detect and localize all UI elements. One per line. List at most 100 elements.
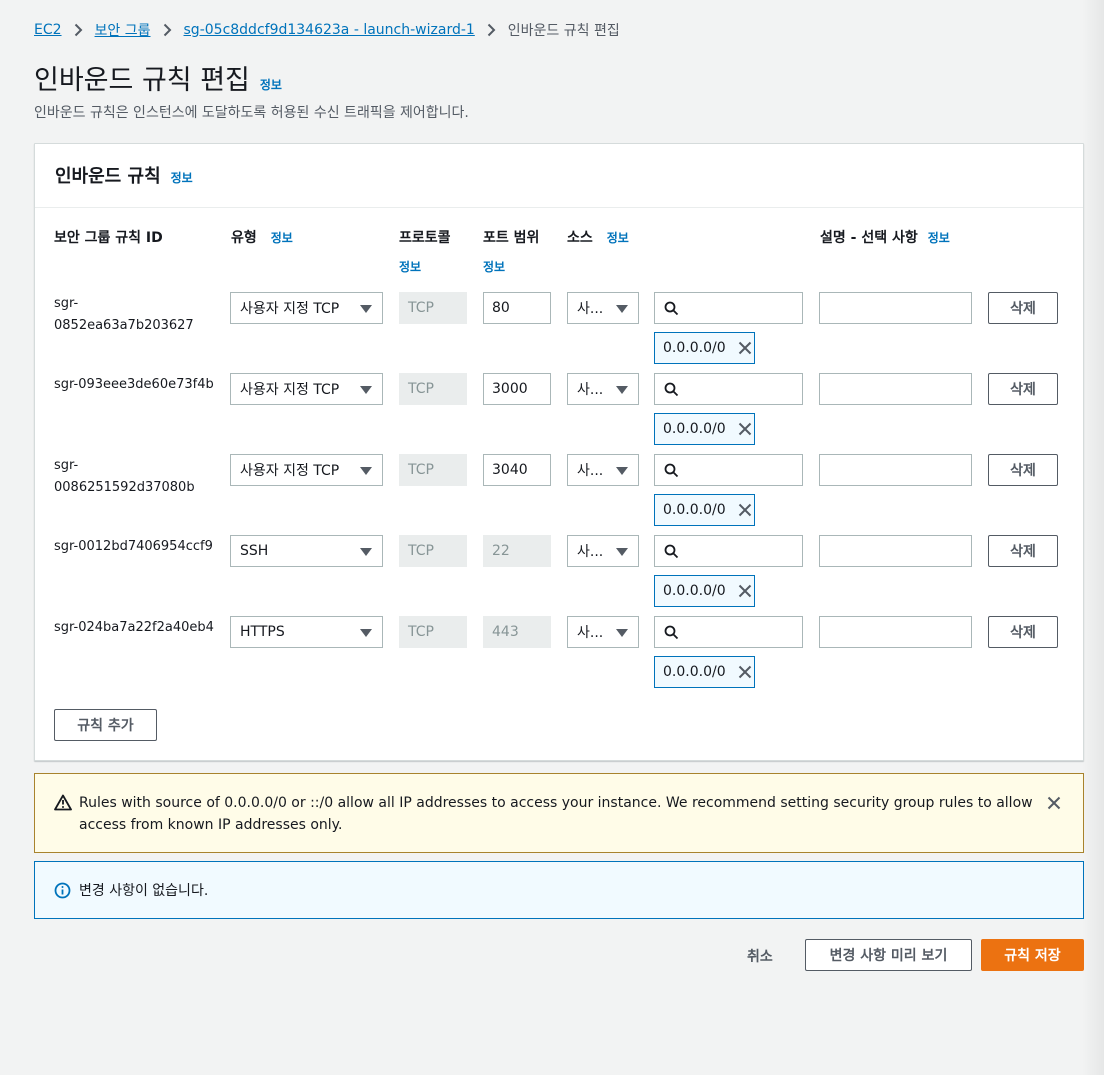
column-protocol: 프로토콜	[399, 230, 451, 246]
source-search-input[interactable]	[654, 292, 803, 324]
caret-down-icon	[360, 467, 372, 475]
rule-id: sgr-0852ea63a7b203627	[54, 296, 194, 333]
description-input[interactable]	[819, 535, 972, 567]
panel-header: 인바운드 규칙 정보	[35, 144, 1083, 208]
delete-button[interactable]: 삭제	[988, 535, 1058, 567]
cidr-token-label: 0.0.0.0/0	[663, 502, 726, 518]
port-range-input[interactable]: 80	[483, 292, 551, 324]
caret-down-icon	[360, 629, 372, 637]
breadcrumb-ec2[interactable]: EC2	[34, 22, 62, 38]
port-range-input[interactable]: 3040	[483, 454, 551, 486]
caret-down-icon	[360, 386, 372, 394]
add-rule-button[interactable]: 규칙 추가	[54, 709, 157, 741]
page-info-link[interactable]: 정보	[260, 76, 282, 93]
type-select[interactable]: 사용자 지정 TCP	[230, 373, 383, 405]
protocol-field: TCP	[399, 535, 467, 567]
source-select[interactable]: 사...	[567, 292, 639, 324]
type-select[interactable]: 사용자 지정 TCP	[230, 454, 383, 486]
info-text: 변경 사항이 없습니다.	[79, 883, 209, 899]
warning-icon	[54, 794, 72, 815]
cidr-token: 0.0.0.0/0	[654, 413, 755, 445]
type-select-value: HTTPS	[240, 624, 285, 640]
cidr-token: 0.0.0.0/0	[654, 575, 755, 607]
caret-down-icon	[616, 305, 628, 313]
page-title: 인바운드 규칙 편집 정보	[34, 58, 282, 97]
source-select[interactable]: 사...	[567, 535, 639, 567]
cidr-token-label: 0.0.0.0/0	[663, 583, 726, 599]
delete-button[interactable]: 삭제	[988, 373, 1058, 405]
source-search-input[interactable]	[654, 454, 803, 486]
description-input[interactable]	[819, 616, 972, 648]
search-icon	[664, 463, 679, 482]
delete-button[interactable]: 삭제	[988, 616, 1058, 648]
description-input[interactable]	[819, 373, 972, 405]
close-icon[interactable]	[1047, 795, 1061, 814]
source-select[interactable]: 사...	[567, 616, 639, 648]
protocol-field: TCP	[399, 454, 467, 486]
preview-changes-button[interactable]: 변경 사항 미리 보기	[805, 939, 972, 971]
delete-button[interactable]: 삭제	[988, 292, 1058, 324]
protocol-info-link[interactable]: 정보	[399, 258, 421, 275]
source-search-input[interactable]	[654, 616, 803, 648]
remove-token-icon[interactable]	[738, 665, 752, 679]
search-icon	[664, 382, 679, 401]
description-input[interactable]	[819, 292, 972, 324]
source-select[interactable]: 사...	[567, 454, 639, 486]
chevron-right-icon	[74, 23, 83, 37]
type-select[interactable]: HTTPS	[230, 616, 383, 648]
source-select-value: 사...	[577, 544, 604, 560]
save-rules-button[interactable]: 규칙 저장	[981, 939, 1084, 971]
remove-token-icon[interactable]	[738, 422, 752, 436]
rule-id: sgr-093eee3de60e73f4b	[54, 377, 214, 392]
page-title-text: 인바운드 규칙 편집	[34, 65, 250, 96]
type-select[interactable]: 사용자 지정 TCP	[230, 292, 383, 324]
breadcrumb: EC2 보안 그룹 sg-05c8ddcf9d134623a - launch-…	[34, 20, 620, 40]
column-type: 유형 정보	[231, 227, 293, 247]
remove-token-icon[interactable]	[738, 503, 752, 517]
caret-down-icon	[616, 629, 628, 637]
source-select[interactable]: 사...	[567, 373, 639, 405]
cancel-button[interactable]: 취소	[747, 946, 773, 966]
type-select-value: 사용자 지정 TCP	[240, 301, 340, 317]
warning-alert: Rules with source of 0.0.0.0/0 or ::/0 a…	[34, 773, 1084, 853]
chevron-right-icon	[487, 23, 496, 37]
port-info-link[interactable]: 정보	[483, 258, 505, 275]
source-info-link[interactable]: 정보	[607, 231, 629, 245]
warning-text: Rules with source of 0.0.0.0/0 or ::/0 a…	[79, 795, 1033, 833]
inbound-rules-panel: 인바운드 규칙 정보 보안 그룹 규칙 ID 유형 정보 프로토콜 정보 포트 범…	[34, 143, 1084, 761]
panel-info-link[interactable]: 정보	[171, 169, 193, 186]
column-type-label: 유형	[231, 230, 257, 246]
source-select-value: 사...	[577, 301, 604, 317]
type-info-link[interactable]: 정보	[271, 231, 293, 245]
breadcrumb-security-group[interactable]: sg-05c8ddcf9d134623a - launch-wizard-1	[184, 22, 475, 38]
info-icon	[54, 882, 71, 903]
type-select[interactable]: SSH	[230, 535, 383, 567]
search-icon	[664, 544, 679, 563]
source-search-input[interactable]	[654, 535, 803, 567]
breadcrumb-security-groups[interactable]: 보안 그룹	[95, 20, 151, 40]
chevron-right-icon	[163, 23, 172, 37]
port-range-input[interactable]: 3000	[483, 373, 551, 405]
caret-down-icon	[616, 548, 628, 556]
cidr-token-label: 0.0.0.0/0	[663, 421, 726, 437]
search-icon	[664, 301, 679, 320]
source-select-value: 사...	[577, 463, 604, 479]
rule-id: sgr-0086251592d37080b	[54, 458, 195, 495]
delete-button[interactable]: 삭제	[988, 454, 1058, 486]
caret-down-icon	[360, 548, 372, 556]
remove-token-icon[interactable]	[738, 341, 752, 355]
type-select-value: 사용자 지정 TCP	[240, 463, 340, 479]
description-input[interactable]	[819, 454, 972, 486]
breadcrumb-current: 인바운드 규칙 편집	[507, 23, 620, 39]
type-select-value: 사용자 지정 TCP	[240, 382, 340, 398]
caret-down-icon	[616, 386, 628, 394]
caret-down-icon	[360, 305, 372, 313]
description-info-link[interactable]: 정보	[928, 231, 950, 245]
type-select-value: SSH	[240, 543, 269, 559]
rule-id: sgr-0012bd7406954ccf9	[54, 539, 213, 554]
source-select-value: 사...	[577, 382, 604, 398]
rule-id: sgr-024ba7a22f2a40eb4	[54, 620, 214, 635]
remove-token-icon[interactable]	[738, 584, 752, 598]
source-select-value: 사...	[577, 625, 604, 641]
source-search-input[interactable]	[654, 373, 803, 405]
